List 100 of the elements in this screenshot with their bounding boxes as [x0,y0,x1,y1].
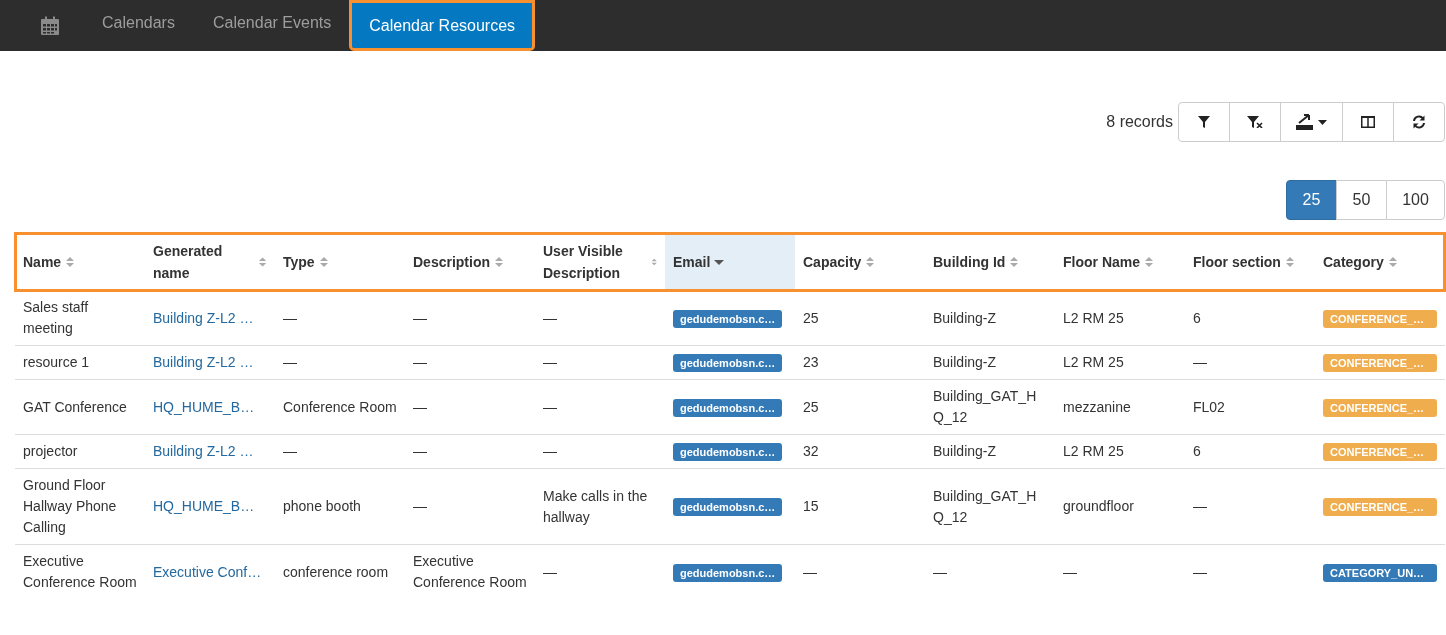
table-cell: phone booth [275,468,405,545]
table-cell: 25 [795,379,925,435]
columns-button[interactable] [1342,102,1394,142]
sort-icon [257,255,267,268]
table-cell: — [405,345,535,380]
column-header[interactable]: Email [665,233,795,291]
column-header[interactable]: Category [1315,233,1445,291]
table-cell: — [535,434,665,469]
table-cell: Building-Z [925,290,1055,346]
table-cell: L2 RM 25 [1055,290,1185,346]
category-tag: CONFERENCE_… [1323,354,1437,372]
table-link[interactable]: Executive Conf… [145,544,275,599]
table-cell: resource 1 [15,345,145,380]
table-cell: 32 [795,434,925,469]
clear-filter-button[interactable] [1229,102,1281,142]
table-cell: Conference Room [275,379,405,435]
sort-icon [1284,255,1295,268]
table-cell: Building-Z [925,345,1055,380]
calendar-icon[interactable] [40,15,60,36]
column-header[interactable]: Name [15,233,145,291]
table-cell: Executive Conference Room [15,544,145,599]
nav-tab[interactable]: Calendar Resources [352,3,533,48]
table-cell: Sales staff meeting [15,290,145,346]
columns-icon [1361,116,1375,128]
table-link[interactable]: HQ_HUME_B… [145,468,275,545]
filter-icon [1198,116,1210,128]
table-cell: — [535,379,665,435]
filter-clear-icon [1247,116,1263,128]
table-cell: L2 RM 25 [1055,434,1185,469]
table-cell: — [535,290,665,346]
caret-icon [1318,119,1327,125]
table-cell: — [1185,544,1315,599]
table-cell: 6 [1185,290,1315,346]
table-cell: — [275,345,405,380]
table-link[interactable]: HQ_HUME_B… [145,379,275,435]
email-tag: gedudemobsn.c… [673,498,783,516]
table-cell: L2 RM 25 [1055,345,1185,380]
table-cell: projector [15,434,145,469]
table-cell: — [925,544,1055,599]
table-cell: — [1185,468,1315,545]
column-header[interactable]: Generated name [145,233,275,291]
page-size-button[interactable]: 50 [1336,180,1387,220]
column-header[interactable]: Floor Name [1055,233,1185,291]
category-tag: CONFERENCE_… [1323,309,1437,328]
table-cell: 15 [795,468,925,545]
sort-icon [1144,255,1154,268]
table-cell: — [405,290,535,346]
column-header[interactable]: User Visible Description [535,233,665,291]
category-tag: CONFERENCE_… [1323,398,1437,417]
column-header[interactable]: Capacity [795,233,925,291]
table-cell: — [1185,345,1315,380]
column-header[interactable]: Building Id [925,233,1055,291]
table-link[interactable]: Building Z-L2 … [145,290,275,346]
table-cell: 23 [795,345,925,380]
export-button[interactable] [1280,102,1343,142]
email-tag: gedudemobsn.c… [673,354,783,372]
table-cell: Make calls in the hallway [535,468,665,545]
table-cell: FL02 [1185,379,1315,435]
email-tag: gedudemobsn.c… [673,309,783,328]
column-header[interactable]: Floor section [1185,233,1315,291]
table-cell: — [1055,544,1185,599]
table-cell: Building_GAT_HQ_12 [925,468,1055,545]
table-cell: Ground Floor Hallway Phone Calling [15,468,145,545]
nav-tab[interactable]: Calendars [83,0,194,45]
refresh-icon [1412,115,1426,129]
page-size-button[interactable]: 100 [1386,180,1445,220]
record-count: 8 records [1106,113,1173,131]
table-cell: 6 [1185,434,1315,469]
table-cell: 25 [795,290,925,346]
sort-icon [865,255,876,268]
table-cell: — [275,290,405,346]
sort-icon [1009,255,1020,268]
column-header[interactable]: Type [275,233,405,291]
category-tag: CONFERENCE_… [1323,443,1437,461]
table-cell: — [405,434,535,469]
column-header[interactable]: Description [405,233,535,291]
table-cell: — [535,544,665,599]
table-cell: Building-Z [925,434,1055,469]
email-tag: gedudemobsn.c… [673,398,783,417]
email-tag: gedudemobsn.c… [673,563,783,582]
table-link[interactable]: Building Z-L2 … [145,345,275,380]
table-cell: — [795,544,925,599]
sort-icon [494,255,504,268]
table-cell: — [275,434,405,469]
table-cell: GAT Conference [15,379,145,435]
table-cell: Executive Conference Room [405,544,535,599]
sort-icon [318,255,329,268]
table-cell: — [535,345,665,380]
table-link[interactable]: Building Z-L2 … [145,434,275,469]
refresh-button[interactable] [1393,102,1445,142]
nav-tab[interactable]: Calendar Events [193,0,351,45]
email-tag: gedudemobsn.c… [673,443,783,461]
table-cell: — [405,379,535,435]
table-cell: groundfloor [1055,468,1185,545]
table-cell: conference room [275,544,405,599]
sort-icon [65,255,76,268]
page-size-button[interactable]: 25 [1286,180,1337,220]
table-cell: mezzanine [1055,379,1185,435]
filter-button[interactable] [1178,102,1230,142]
category-tag: CONFERENCE_… [1323,498,1437,516]
